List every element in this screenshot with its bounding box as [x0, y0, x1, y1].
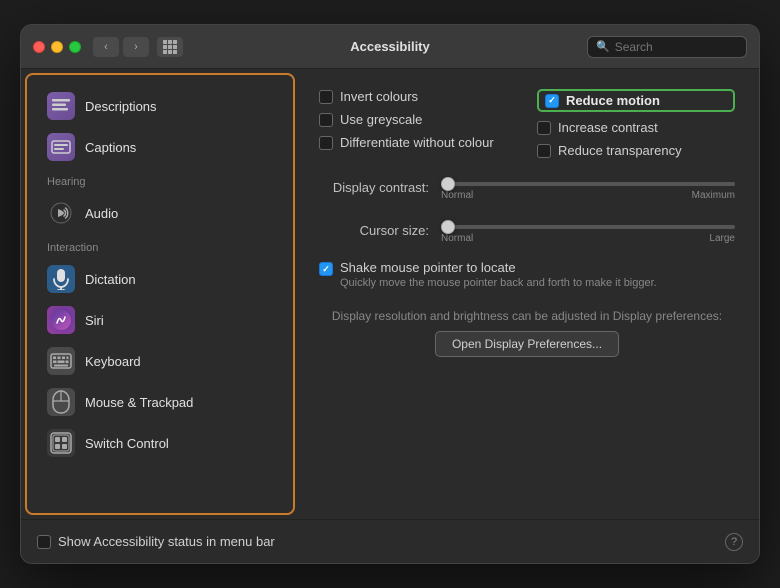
reduce-motion-row[interactable]: Reduce motion: [537, 89, 735, 112]
right-panel: Invert colours Use greyscale Differentia…: [295, 69, 759, 519]
grid-button[interactable]: [157, 37, 183, 57]
cursor-size-thumb[interactable]: [441, 220, 455, 234]
cursor-size-max: Large: [709, 233, 735, 244]
display-contrast-section: Display contrast: Normal Maximum: [319, 174, 735, 201]
sidebar-item-descriptions[interactable]: Descriptions: [33, 86, 287, 126]
display-contrast-max: Maximum: [692, 190, 735, 201]
option-group-left: Invert colours Use greyscale Differentia…: [319, 89, 517, 158]
descriptions-icon: [47, 92, 75, 120]
shake-mouse-text: Shake mouse pointer to locate Quickly mo…: [340, 260, 657, 289]
siri-icon: [47, 306, 75, 334]
captions-icon: [47, 133, 75, 161]
display-contrast-track[interactable]: [441, 182, 735, 186]
nav-buttons: ‹ ›: [93, 37, 183, 57]
sidebar-label-switch: Switch Control: [85, 436, 169, 451]
display-contrast-row: Display contrast: Normal Maximum: [319, 174, 735, 201]
show-status-checkbox[interactable]: [37, 535, 51, 549]
hearing-section-header: Hearing: [27, 168, 293, 192]
interaction-section-header: Interaction: [27, 234, 293, 258]
use-greyscale-row[interactable]: Use greyscale: [319, 112, 517, 127]
help-button[interactable]: ?: [725, 533, 743, 551]
search-input[interactable]: [615, 40, 738, 54]
cursor-size-row: Cursor size: Normal Large: [319, 217, 735, 244]
reduce-motion-checkbox[interactable]: [545, 94, 559, 108]
display-note: Display resolution and brightness can be…: [319, 309, 735, 323]
cursor-size-track[interactable]: [441, 225, 735, 229]
sidebar-label-dictation: Dictation: [85, 272, 136, 287]
sidebar-label-descriptions: Descriptions: [85, 99, 157, 114]
mouse-icon: [47, 388, 75, 416]
cursor-size-min: Normal: [441, 233, 473, 244]
reduce-transparency-checkbox[interactable]: [537, 144, 551, 158]
invert-colours-checkbox[interactable]: [319, 90, 333, 104]
sidebar-item-audio[interactable]: Audio: [33, 193, 287, 233]
display-contrast-min: Normal: [441, 190, 473, 201]
reduce-transparency-label: Reduce transparency: [558, 143, 682, 158]
display-contrast-thumb[interactable]: [441, 177, 455, 191]
show-status-label: Show Accessibility status in menu bar: [58, 534, 275, 549]
use-greyscale-label: Use greyscale: [340, 112, 422, 127]
sidebar-item-mouse[interactable]: Mouse & Trackpad: [33, 382, 287, 422]
increase-contrast-label: Increase contrast: [558, 120, 658, 135]
use-greyscale-checkbox[interactable]: [319, 113, 333, 127]
sidebar-label-mouse: Mouse & Trackpad: [85, 395, 193, 410]
shake-mouse-description: Quickly move the mouse pointer back and …: [340, 277, 657, 289]
minimize-button[interactable]: [51, 41, 63, 53]
display-contrast-label: Display contrast:: [319, 180, 429, 195]
cursor-size-section: Cursor size: Normal Large: [319, 217, 735, 244]
shake-mouse-title: Shake mouse pointer to locate: [340, 260, 657, 275]
search-icon: 🔍: [596, 40, 610, 53]
sidebar-label-keyboard: Keyboard: [85, 354, 141, 369]
reduce-transparency-row[interactable]: Reduce transparency: [537, 143, 735, 158]
invert-colours-label: Invert colours: [340, 89, 418, 104]
sidebar-item-captions[interactable]: Captions: [33, 127, 287, 167]
shake-mouse-checkbox[interactable]: [319, 262, 333, 276]
display-contrast-slider-container: Normal Maximum: [441, 174, 735, 201]
keyboard-icon: [47, 347, 75, 375]
main-content: Descriptions Captions Hearing: [21, 69, 759, 519]
increase-contrast-checkbox[interactable]: [537, 121, 551, 135]
sidebar-label-captions: Captions: [85, 140, 136, 155]
cursor-size-labels: Normal Large: [441, 233, 735, 244]
audio-icon: [47, 199, 75, 227]
sidebar-item-keyboard[interactable]: Keyboard: [33, 341, 287, 381]
sidebar: Descriptions Captions Hearing: [25, 73, 295, 515]
sidebar-label-audio: Audio: [85, 206, 118, 221]
option-group-right: Reduce motion Increase contrast Reduce t…: [537, 89, 735, 158]
differentiate-checkbox[interactable]: [319, 136, 333, 150]
differentiate-label: Differentiate without colour: [340, 135, 494, 150]
search-bar[interactable]: 🔍: [587, 36, 747, 58]
invert-colours-row[interactable]: Invert colours: [319, 89, 517, 104]
show-status-row[interactable]: Show Accessibility status in menu bar: [37, 534, 275, 549]
traffic-lights: [33, 41, 81, 53]
sidebar-item-switch[interactable]: Switch Control: [33, 423, 287, 463]
bottom-bar: Show Accessibility status in menu bar ?: [21, 519, 759, 563]
dictation-icon: [47, 265, 75, 293]
sidebar-label-siri: Siri: [85, 313, 104, 328]
open-display-prefs-button[interactable]: Open Display Preferences...: [435, 331, 619, 357]
increase-contrast-row[interactable]: Increase contrast: [537, 120, 735, 135]
options-row: Invert colours Use greyscale Differentia…: [319, 89, 735, 158]
cursor-size-label: Cursor size:: [319, 223, 429, 238]
back-button[interactable]: ‹: [93, 37, 119, 57]
cursor-size-slider-container: Normal Large: [441, 217, 735, 244]
maximize-button[interactable]: [69, 41, 81, 53]
differentiate-row[interactable]: Differentiate without colour: [319, 135, 517, 150]
sidebar-item-siri[interactable]: Siri: [33, 300, 287, 340]
switch-icon: [47, 429, 75, 457]
grid-icon: [163, 40, 177, 54]
display-contrast-labels: Normal Maximum: [441, 190, 735, 201]
window-title: Accessibility: [350, 39, 430, 54]
sidebar-item-dictation[interactable]: Dictation: [33, 259, 287, 299]
shake-mouse-row[interactable]: Shake mouse pointer to locate Quickly mo…: [319, 260, 735, 289]
titlebar: ‹ › Accessibility 🔍: [21, 25, 759, 69]
reduce-motion-label: Reduce motion: [566, 93, 660, 108]
app-window: ‹ › Accessibility 🔍: [20, 24, 760, 564]
forward-button[interactable]: ›: [123, 37, 149, 57]
close-button[interactable]: [33, 41, 45, 53]
